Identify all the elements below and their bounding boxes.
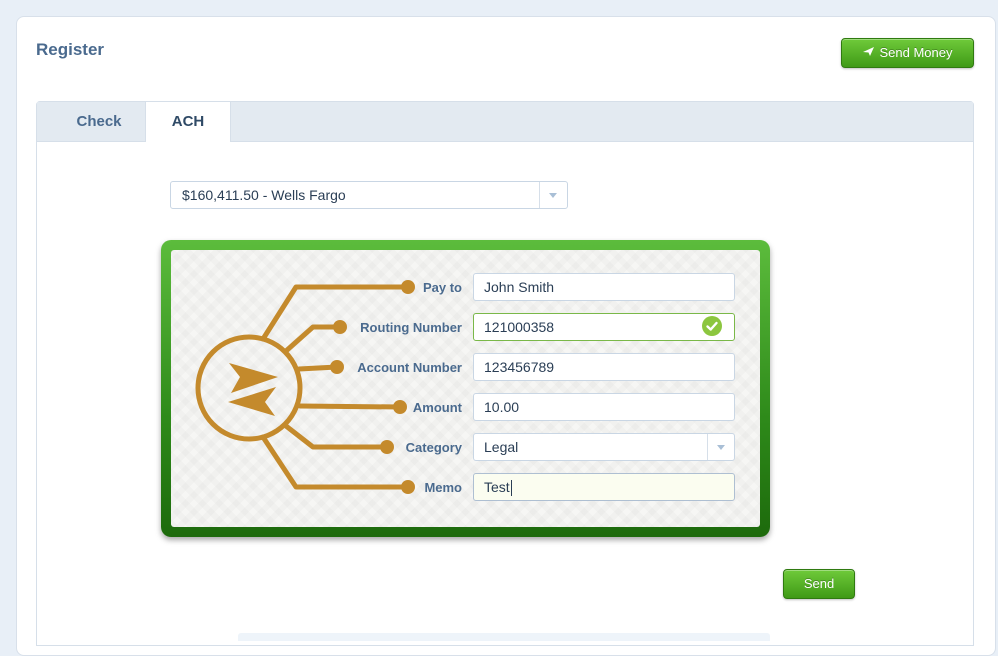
memo-label: Memo — [424, 480, 462, 495]
valid-check-icon — [702, 316, 722, 341]
routing-number-label: Routing Number — [360, 320, 462, 335]
bottom-panel-edge — [238, 633, 770, 641]
category-label: Category — [405, 440, 462, 455]
chevron-down-icon — [717, 445, 725, 450]
account-number-label: Account Number — [357, 360, 462, 375]
account-number-field[interactable]: 123456789 — [473, 353, 735, 381]
text-cursor — [510, 480, 512, 497]
amount-label: Amount — [412, 400, 462, 415]
routing-number-field[interactable]: 121000358 — [473, 313, 735, 341]
send-button[interactable]: Send — [783, 569, 855, 599]
pay-to-field[interactable]: John Smith — [473, 273, 735, 301]
memo-field[interactable]: Test — [473, 473, 735, 501]
category-select[interactable]: Legal — [473, 433, 735, 461]
memo-value: Test — [484, 479, 510, 495]
amount-field[interactable]: 10.00 — [473, 393, 735, 421]
category-select-value: Legal — [484, 439, 519, 455]
pay-to-label: Pay to — [422, 280, 462, 295]
category-dropdown-toggle[interactable] — [707, 434, 735, 460]
